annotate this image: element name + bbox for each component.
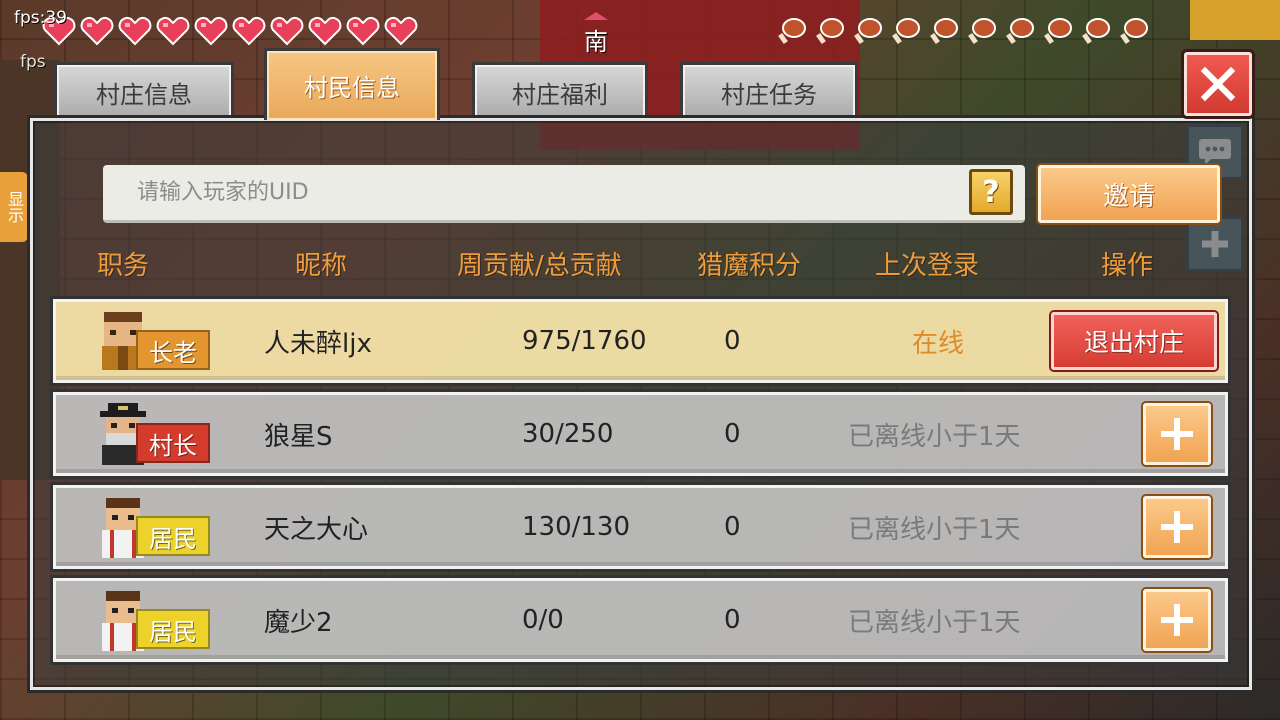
food-icon [1076, 14, 1114, 48]
hunger-bar [772, 14, 1152, 48]
food-icon [924, 14, 962, 48]
left-hint-tab[interactable]: 显示 [0, 172, 28, 242]
quit-village-button[interactable]: 退出村庄 [1051, 312, 1217, 370]
column-header-contribution: 周贡献/总贡献 [457, 251, 622, 281]
member-status: 已离线小于1天 [848, 607, 1021, 638]
heart-icon [192, 14, 230, 48]
role-cell: 居民 [96, 496, 216, 560]
compass-pointer-icon [584, 12, 608, 20]
food-icon [1000, 14, 1038, 48]
tab-village-welfare[interactable]: 村庄福利 [472, 62, 648, 120]
role-cell: 村长 [96, 403, 216, 467]
invite-button[interactable]: 邀请 [1038, 165, 1220, 223]
food-icon [962, 14, 1000, 48]
column-header-role: 职务 [97, 251, 150, 281]
column-header-nickname: 昵称 [295, 251, 348, 281]
compass-direction: 南 [584, 28, 608, 56]
member-nickname: 人未醉ljx [264, 328, 372, 359]
fps-counter-shadow: fps [20, 52, 46, 72]
compass: 南 [578, 12, 614, 57]
help-button[interactable]: ? [969, 169, 1013, 215]
role-badge-elder: 长老 [136, 330, 210, 370]
role-badge-resident: 居民 [136, 609, 210, 649]
food-icon [810, 14, 848, 48]
left-hint-label: 显示 [5, 191, 24, 223]
food-icon [1038, 14, 1076, 48]
add-member-button[interactable] [1143, 496, 1211, 558]
heart-icon [268, 14, 306, 48]
member-nickname: 天之大心 [264, 514, 369, 545]
close-button[interactable] [1184, 52, 1252, 116]
role-cell: 长老 [96, 310, 216, 374]
member-hunt-score: 0 [724, 419, 741, 449]
member-row: 居民 魔少2 0/0 0 已离线小于1天 [53, 578, 1228, 662]
food-icon [848, 14, 886, 48]
heart-icon [78, 14, 116, 48]
role-cell: 居民 [96, 589, 216, 653]
member-contribution: 30/250 [522, 419, 614, 449]
member-hunt-score: 0 [724, 605, 741, 635]
food-icon [772, 14, 810, 48]
tab-villager-info[interactable]: 村民信息 [264, 48, 440, 120]
uid-search-box: ? [103, 165, 1025, 223]
add-member-button[interactable] [1143, 403, 1211, 465]
plus-icon [1161, 604, 1193, 636]
tab-village-tasks[interactable]: 村庄任务 [680, 62, 858, 120]
heart-icon [306, 14, 344, 48]
uid-search-input[interactable] [137, 180, 937, 205]
heart-icon [154, 14, 192, 48]
member-hunt-score: 0 [724, 512, 741, 542]
fps-counter: fps:39 [14, 8, 67, 28]
health-bar [40, 14, 420, 48]
member-contribution: 0/0 [522, 605, 564, 635]
plus-icon [1161, 511, 1193, 543]
member-row: 村长 狼星S 30/250 0 已离线小于1天 [53, 392, 1228, 476]
member-status: 已离线小于1天 [848, 421, 1021, 452]
background-yellow-block [1190, 0, 1280, 40]
role-badge-resident: 居民 [136, 516, 210, 556]
invite-label: 邀请 [1102, 181, 1155, 212]
role-badge-chief: 村长 [136, 423, 210, 463]
heart-icon [116, 14, 154, 48]
tab-label: 村庄任务 [721, 81, 817, 109]
column-header-hunt-score: 猎魔积分 [697, 251, 802, 281]
member-contribution: 130/130 [522, 512, 631, 542]
member-contribution: 975/1760 [522, 326, 647, 356]
food-icon [1114, 14, 1152, 48]
villager-panel: ? 邀请 职务 昵称 周贡献/总贡献 猎魔积分 上次登录 操作 长老 人未醉lj… [30, 118, 1252, 690]
member-status: 已离线小于1天 [848, 514, 1021, 545]
close-icon [1200, 66, 1236, 102]
member-hunt-score: 0 [724, 326, 741, 356]
tab-label: 村庄信息 [96, 81, 192, 109]
tab-label: 村庄福利 [512, 81, 608, 109]
tab-label: 村民信息 [304, 74, 400, 102]
heart-icon [344, 14, 382, 48]
add-member-button[interactable] [1143, 589, 1211, 651]
heart-icon [230, 14, 268, 48]
help-icon: ? [982, 174, 1000, 210]
member-nickname: 狼星S [264, 421, 333, 452]
tab-village-info[interactable]: 村庄信息 [54, 62, 234, 120]
column-header-action: 操作 [1101, 251, 1154, 281]
member-row: 长老 人未醉ljx 975/1760 0 在线 退出村庄 [53, 299, 1228, 383]
member-status-online: 在线 [912, 328, 965, 359]
member-nickname: 魔少2 [264, 607, 333, 638]
member-row: 居民 天之大心 130/130 0 已离线小于1天 [53, 485, 1228, 569]
plus-icon [1161, 418, 1193, 450]
column-header-last-login: 上次登录 [875, 251, 980, 281]
heart-icon [382, 14, 420, 48]
quit-village-label: 退出村庄 [1083, 328, 1184, 357]
food-icon [886, 14, 924, 48]
